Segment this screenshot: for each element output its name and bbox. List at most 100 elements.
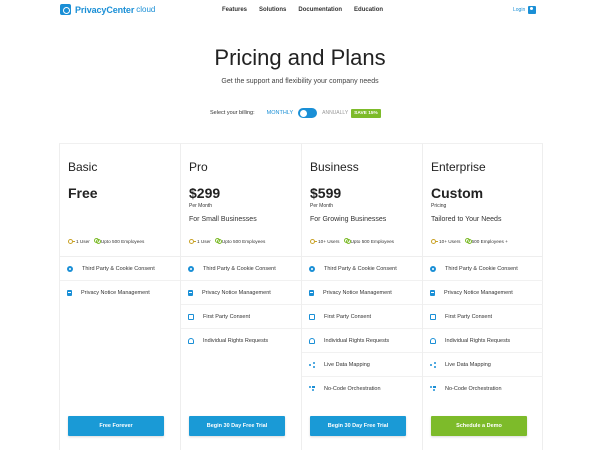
feature-label: Third Party & Cookie Consent xyxy=(82,265,155,272)
key-icon xyxy=(189,239,196,244)
nav-features[interactable]: Features xyxy=(222,7,247,13)
feature-list: Third Party & Cookie Consent Privacy Noti… xyxy=(60,256,180,304)
users-icon xyxy=(93,238,102,244)
feature-label: Live Data Mapping xyxy=(324,361,370,368)
employee-limit-label: Upto 500 Employees xyxy=(221,238,266,244)
nav-education[interactable]: Education xyxy=(354,7,383,13)
feature-item: Third Party & Cookie Consent xyxy=(302,256,422,280)
plan-card-basic: Basic Free 1 User Upto 500 Employees Third P… xyxy=(59,143,180,450)
login-link[interactable]: Login xyxy=(513,7,525,13)
nav-solutions[interactable]: Solutions xyxy=(259,7,286,13)
plan-cta-button[interactable]: Schedule a Demo xyxy=(431,416,527,436)
user-limit-label: 10+ Users xyxy=(318,238,340,244)
billing-toggle[interactable] xyxy=(298,108,318,118)
feature-item: First Party Consent xyxy=(302,304,422,328)
employee-limit-label: 600 Employees + xyxy=(471,238,508,244)
feature-label: First Party Consent xyxy=(324,313,372,320)
cookie-icon xyxy=(430,265,436,272)
user-limit-label: 1 User xyxy=(197,238,211,244)
feature-label: First Party Consent xyxy=(445,313,493,320)
feature-item: First Party Consent xyxy=(181,304,301,328)
billing-annually-option[interactable]: ANNUALLY xyxy=(322,110,348,116)
plan-cta-button[interactable]: Begin 30 Day Free Trial xyxy=(310,416,406,436)
users-icon xyxy=(214,238,223,244)
billing-selector: Select your billing: MONTHLY ANNUALLY SA… xyxy=(210,108,381,118)
feature-label: Privacy Notice Management xyxy=(81,289,150,296)
plan-name: Enterprise xyxy=(431,160,486,174)
plan-price: Custom xyxy=(431,185,484,201)
feature-label: Privacy Notice Management xyxy=(444,289,513,296)
feature-list: Third Party & Cookie Consent Privacy Noti… xyxy=(181,256,301,352)
key-icon xyxy=(310,239,317,244)
feature-label: Individual Rights Requests xyxy=(324,337,390,344)
plan-price: $599 xyxy=(310,185,342,201)
plan-tagline: Tailored to Your Needs xyxy=(431,216,502,223)
billing-monthly-option[interactable]: MONTHLY xyxy=(267,110,293,116)
feature-item: Third Party & Cookie Consent xyxy=(423,256,543,280)
plan-card-enterprise: Enterprise Custom Pricing Tailored to Your … xyxy=(422,143,543,450)
site-header: PrivacyCenter cloud Features Solutions D… xyxy=(0,0,600,24)
billing-label: Select your billing: xyxy=(210,110,255,116)
user-limit: 1 User xyxy=(68,239,90,244)
plan-limits: 10+ Users 600 Employees + xyxy=(431,238,512,244)
notice-icon xyxy=(188,289,193,296)
plan-cta-button[interactable]: Begin 30 Day Free Trial xyxy=(189,416,285,436)
main-nav: Features Solutions Documentation Educati… xyxy=(222,7,395,13)
employee-limit: 600 Employees + xyxy=(464,238,508,244)
rights-icon xyxy=(188,337,194,344)
plan-cta-button[interactable]: Free Forever xyxy=(68,416,164,436)
feature-label: Third Party & Cookie Consent xyxy=(203,265,276,272)
feature-item: Individual Rights Requests xyxy=(423,328,543,352)
logo-sub: cloud xyxy=(136,5,156,14)
plan-card-business: Business $599 Per Month For Growing Busines… xyxy=(301,143,422,450)
first-party-icon xyxy=(309,313,315,320)
page-subtitle: Get the support and flexibility your com… xyxy=(221,78,379,85)
feature-item: Third Party & Cookie Consent xyxy=(181,256,301,280)
feature-item: No-Code Orchestration xyxy=(302,376,422,400)
feature-item: Privacy Notice Management xyxy=(181,280,301,304)
plan-limits: 10+ Users Upto 500 Employees xyxy=(310,238,398,244)
feature-label: First Party Consent xyxy=(203,313,251,320)
mapping-icon xyxy=(430,362,436,368)
orchestration-icon xyxy=(309,385,315,392)
plan-tagline: For Small Businesses xyxy=(189,216,257,223)
employee-limit-label: Upto 500 Employees xyxy=(100,238,145,244)
employee-limit-label: Upto 500 Employees xyxy=(350,238,395,244)
mapping-icon xyxy=(309,362,315,368)
feature-list: Third Party & Cookie Consent Privacy Noti… xyxy=(302,256,422,400)
plan-period: Per Month xyxy=(189,203,213,209)
plan-name: Basic xyxy=(68,160,98,174)
feature-label: Live Data Mapping xyxy=(445,361,491,368)
rights-icon xyxy=(309,337,315,344)
employee-limit: Upto 500 Employees xyxy=(93,238,145,244)
page-title: Pricing and Plans xyxy=(214,45,386,70)
feature-item: Live Data Mapping xyxy=(423,352,543,376)
feature-item: First Party Consent xyxy=(423,304,543,328)
nav-documentation[interactable]: Documentation xyxy=(298,7,342,13)
employee-limit: Upto 500 Employees xyxy=(343,238,395,244)
plan-limits: 1 User Upto 500 Employees xyxy=(68,238,148,244)
first-party-icon xyxy=(188,313,194,320)
feature-item: Live Data Mapping xyxy=(302,352,422,376)
plan-limits: 1 User Upto 500 Employees xyxy=(189,238,269,244)
user-limit: 10+ Users xyxy=(431,239,461,244)
user-limit-label: 10+ Users xyxy=(439,238,461,244)
feature-label: Privacy Notice Management xyxy=(202,289,271,296)
plan-price: Free xyxy=(68,185,98,201)
feature-item: No-Code Orchestration xyxy=(423,376,543,400)
feature-item: Privacy Notice Management xyxy=(302,280,422,304)
cookie-icon xyxy=(309,265,315,272)
profile-icon[interactable] xyxy=(528,6,536,14)
feature-label: No-Code Orchestration xyxy=(324,385,381,392)
notice-icon xyxy=(309,289,314,296)
feature-label: Individual Rights Requests xyxy=(445,337,511,344)
notice-icon xyxy=(67,289,72,296)
employee-limit: Upto 500 Employees xyxy=(214,238,266,244)
rights-icon xyxy=(430,337,436,344)
notice-icon xyxy=(430,289,435,296)
key-icon xyxy=(431,239,438,244)
first-party-icon xyxy=(430,313,436,320)
logo[interactable]: PrivacyCenter cloud xyxy=(60,4,155,15)
users-icon xyxy=(464,238,472,244)
feature-label: Third Party & Cookie Consent xyxy=(324,265,397,272)
